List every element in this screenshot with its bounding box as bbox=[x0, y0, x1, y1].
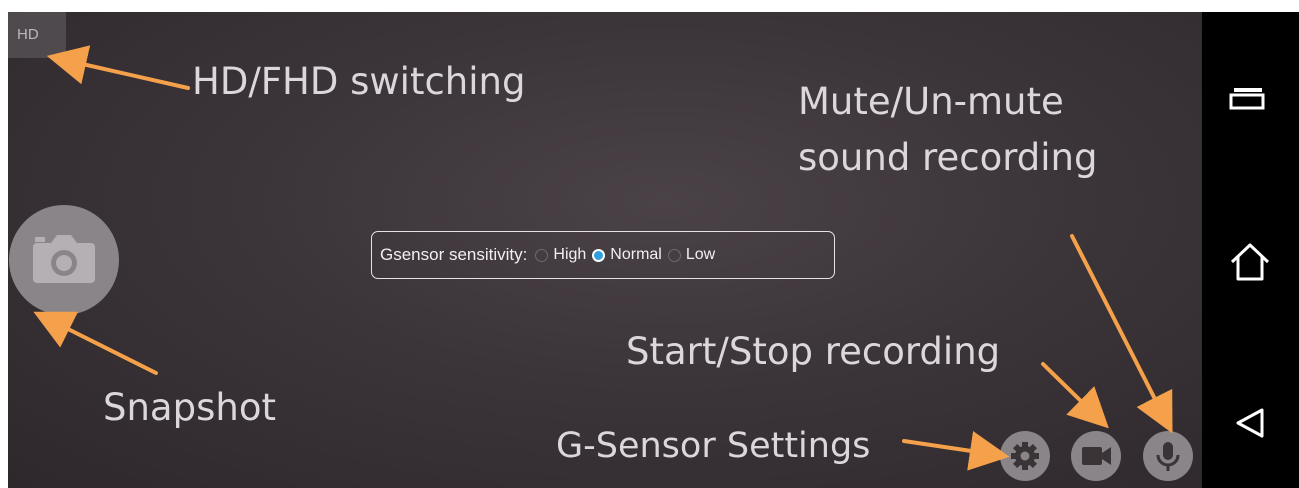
callout-snapshot: Snapshot bbox=[103, 386, 276, 429]
callout-mute-line1: Mute/Un-mute bbox=[798, 80, 1064, 123]
callout-hd-switching: HD/FHD switching bbox=[192, 60, 526, 103]
callout-gsensor-settings: G-Sensor Settings bbox=[556, 426, 871, 466]
callout-mute-line2: sound recording bbox=[798, 136, 1098, 179]
callout-start-stop: Start/Stop recording bbox=[626, 330, 1001, 373]
